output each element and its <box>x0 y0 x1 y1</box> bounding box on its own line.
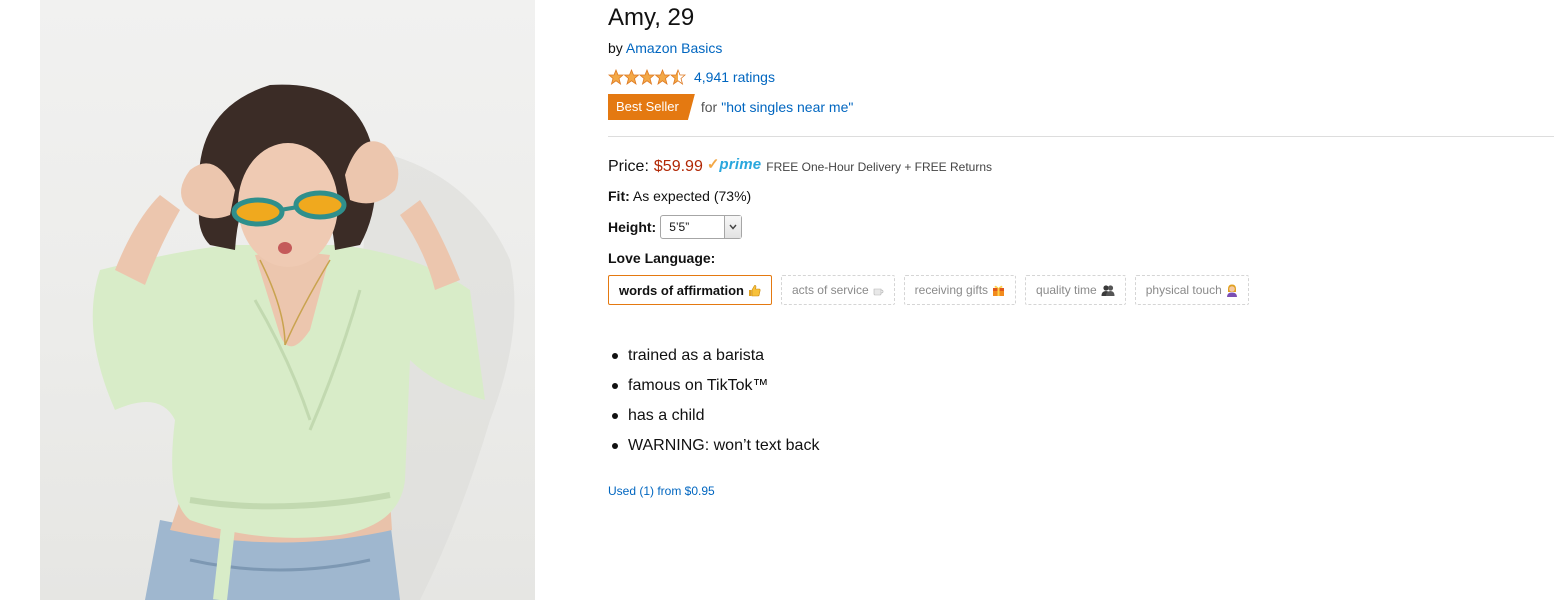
height-selected-value: 5’5” <box>669 220 690 234</box>
option-label: acts of service <box>791 283 869 297</box>
stars-icon <box>608 69 686 85</box>
price-value: $59.99 <box>653 158 703 175</box>
option-label: receiving gifts <box>914 283 989 297</box>
person-icon <box>1226 284 1238 297</box>
bullet-dot <box>612 413 618 419</box>
bullet-text: has a child <box>628 407 705 424</box>
coffee-icon <box>873 285 884 296</box>
bullet-dot <box>612 353 618 359</box>
love-language-options: words of affirmation acts of service rec… <box>608 275 1249 305</box>
option-acts-of-service[interactable]: acts of service <box>780 275 895 305</box>
price-row: Price: $59.99 ✓ prime FREE One-Hour Deli… <box>608 155 993 176</box>
fit-value: As expected (73%) <box>632 188 752 204</box>
divider <box>608 136 1554 137</box>
option-quality-time[interactable]: quality time <box>1025 275 1126 305</box>
chevron-down-icon[interactable] <box>724 216 742 238</box>
best-seller-badge: Best Seller <box>608 94 695 120</box>
product-photo[interactable] <box>40 0 535 600</box>
height-row: Height: 5’5” <box>608 215 743 239</box>
bullet-dot <box>612 443 618 449</box>
star-rating[interactable] <box>608 69 686 85</box>
list-item: has a child <box>612 401 819 431</box>
option-words-of-affirmation[interactable]: words of affirmation <box>608 275 772 305</box>
prime-logo: ✓ prime <box>707 155 761 173</box>
product-details: Amy, 29 by Amazon Basics 4,941 ratings B… <box>608 0 1554 600</box>
option-receiving-gifts[interactable]: receiving gifts <box>903 275 1017 305</box>
product-photo-illustration <box>92 84 515 600</box>
love-language-label: Love Language: <box>608 250 716 266</box>
option-label: quality time <box>1036 283 1097 297</box>
option-label: words of affirmation <box>619 282 744 298</box>
height-label: Height: <box>608 219 657 235</box>
thumbs-up-icon <box>748 284 761 297</box>
list-item: WARNING: won’t text back <box>612 431 819 461</box>
bullet-text: famous on TikTok™ <box>628 377 769 394</box>
two-people-icon <box>1101 284 1115 296</box>
rating-row: 4,941 ratings <box>608 67 775 87</box>
gift-icon <box>992 284 1005 297</box>
byline-prefix: by <box>608 40 623 56</box>
price-label: Price: <box>608 158 649 175</box>
fit-row: Fit: As expected (73%) <box>608 188 751 204</box>
delivery-info: FREE One-Hour Delivery + FREE Returns <box>766 160 993 174</box>
list-item: famous on TikTok™ <box>612 371 819 401</box>
feature-bullets: trained as a barista famous on TikTok™ h… <box>612 341 819 461</box>
best-seller-category-link[interactable]: "hot singles near me" <box>721 99 853 115</box>
option-label: physical touch <box>1145 283 1222 297</box>
height-select[interactable]: 5’5” <box>660 215 743 239</box>
bullet-text: trained as a barista <box>628 347 765 364</box>
bullet-dot <box>612 383 618 389</box>
used-offers-link[interactable]: Used (1) from $0.95 <box>608 484 715 498</box>
option-physical-touch[interactable]: physical touch <box>1134 275 1249 305</box>
fit-label: Fit: <box>608 188 630 204</box>
prime-word: prime <box>719 156 762 173</box>
byline: by Amazon Basics <box>608 40 722 56</box>
badge-for-label: for <box>700 99 718 115</box>
product-title: Amy, 29 <box>608 4 695 31</box>
bullet-text: WARNING: won’t text back <box>628 437 820 454</box>
list-item: trained as a barista <box>612 341 819 371</box>
bestseller-row: Best Seller for "hot singles near me" <box>608 94 853 120</box>
brand-link[interactable]: Amazon Basics <box>626 40 722 56</box>
prime-check-icon: ✓ <box>706 156 720 173</box>
ratings-link[interactable]: 4,941 ratings <box>694 69 775 85</box>
